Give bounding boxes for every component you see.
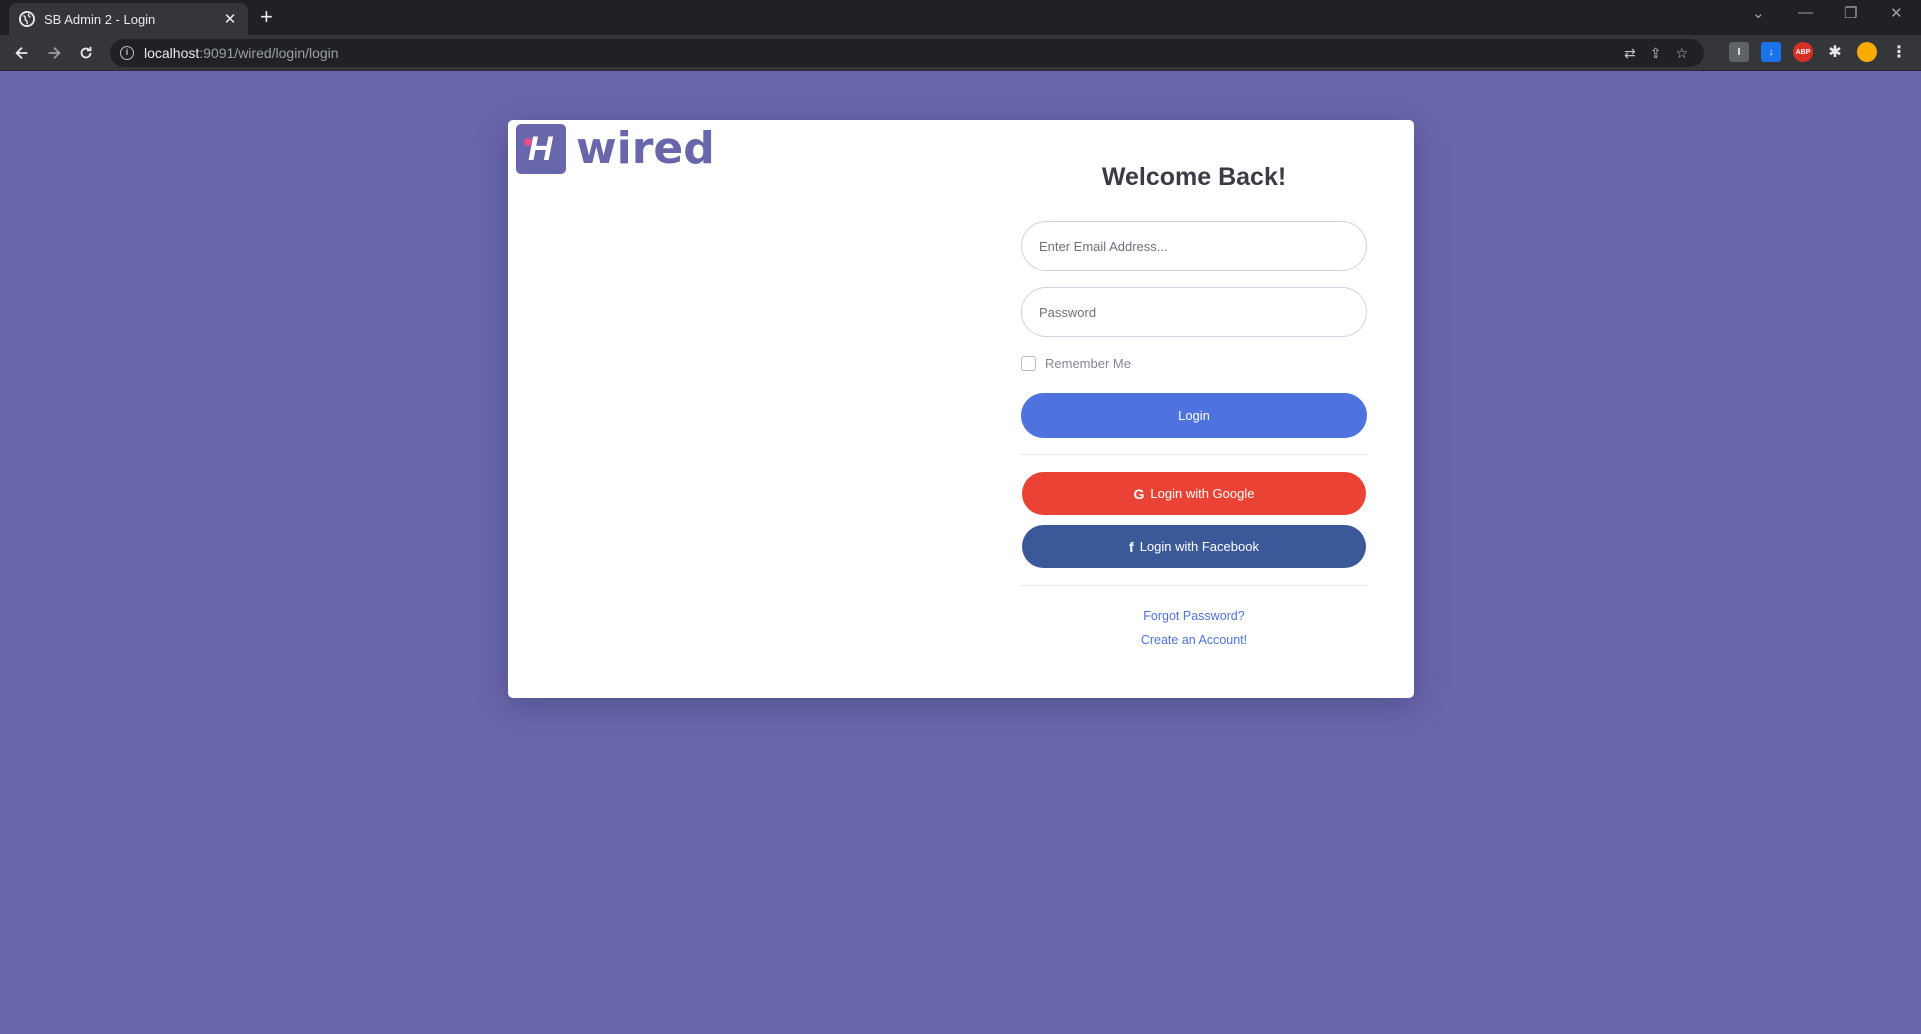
- profile-avatar[interactable]: [1857, 42, 1877, 62]
- create-account-link[interactable]: Create an Account!: [1021, 633, 1367, 647]
- google-icon: G: [1133, 485, 1145, 502]
- tab-search-icon[interactable]: ⌄: [1752, 4, 1765, 22]
- forward-icon[interactable]: [44, 43, 64, 63]
- browser-tab[interactable]: SB Admin 2 - Login ✕: [9, 3, 248, 35]
- brand-logo: H wired: [516, 124, 715, 174]
- new-tab-button[interactable]: +: [260, 6, 273, 28]
- logo-text: wired: [576, 123, 715, 174]
- translate-icon[interactable]: ⇄: [1624, 45, 1636, 62]
- reload-icon[interactable]: [76, 43, 96, 63]
- url-host: localhost: [144, 45, 200, 61]
- login-google-button[interactable]: G Login with Google: [1022, 472, 1366, 515]
- facebook-icon: f: [1129, 538, 1134, 555]
- tab-title: SB Admin 2 - Login: [44, 11, 156, 27]
- back-icon[interactable]: [12, 43, 32, 63]
- globe-icon: [19, 11, 35, 27]
- remember-checkbox[interactable]: [1021, 356, 1036, 371]
- divider: [1021, 454, 1367, 455]
- login-button[interactable]: Login: [1021, 393, 1367, 438]
- remember-me[interactable]: Remember Me: [1021, 356, 1131, 371]
- login-card: H wired Welcome Back! Remember Me Login …: [508, 120, 1414, 698]
- browser-tabstrip: SB Admin 2 - Login ✕ + ⌄ — ❐ ✕: [0, 0, 1921, 35]
- logo-mark: H: [516, 124, 566, 174]
- forgot-password-link[interactable]: Forgot Password?: [1021, 609, 1367, 623]
- extension-i-icon[interactable]: I: [1729, 42, 1749, 62]
- login-facebook-button[interactable]: f Login with Facebook: [1022, 525, 1366, 568]
- menu-kebab-icon[interactable]: ⋮: [1889, 42, 1909, 62]
- tab-close-icon[interactable]: ✕: [222, 10, 238, 28]
- remember-label: Remember Me: [1045, 356, 1131, 371]
- close-window-button[interactable]: ✕: [1890, 4, 1903, 22]
- page-title: Welcome Back!: [1101, 163, 1287, 191]
- adblock-icon[interactable]: ABP: [1793, 42, 1813, 62]
- google-button-label: Login with Google: [1150, 486, 1255, 501]
- divider: [1021, 585, 1367, 586]
- password-field[interactable]: [1021, 287, 1367, 337]
- url-path: :9091/wired/login/login: [199, 45, 339, 61]
- bookmark-star-icon[interactable]: ☆: [1675, 45, 1688, 62]
- address-bar[interactable]: i localhost:9091/wired/login/login ⇄ ⇪ ☆: [110, 39, 1704, 67]
- email-field[interactable]: [1021, 221, 1367, 271]
- share-icon[interactable]: ⇪: [1650, 45, 1662, 62]
- extensions-puzzle-icon[interactable]: ✱: [1825, 42, 1845, 62]
- browser-toolbar: i localhost:9091/wired/login/login ⇄ ⇪ ☆…: [0, 35, 1921, 71]
- logo-letter: H: [528, 130, 553, 168]
- minimize-button[interactable]: —: [1798, 4, 1813, 21]
- restore-button[interactable]: ❐: [1844, 4, 1857, 22]
- facebook-button-label: Login with Facebook: [1139, 539, 1259, 554]
- site-info-icon[interactable]: i: [120, 46, 134, 60]
- download-extension-icon[interactable]: ↓: [1761, 42, 1781, 62]
